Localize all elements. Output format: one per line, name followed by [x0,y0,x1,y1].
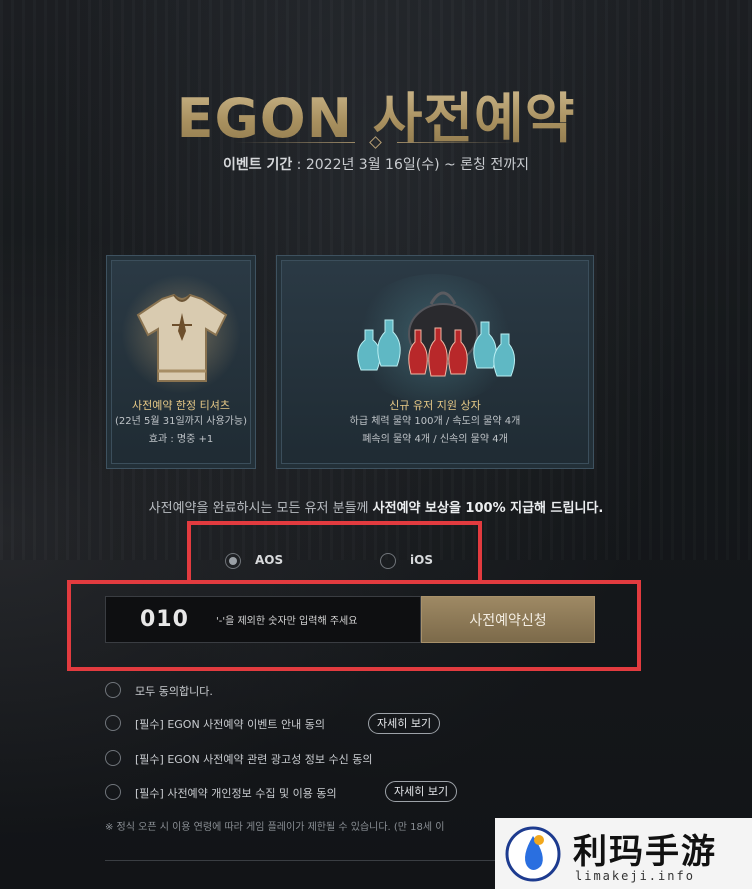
agree-all-checkbox[interactable] [105,682,121,698]
reward-note: (22년 5월 31일까지 사용가능) [115,416,247,427]
event-period-value: : 2022년 3월 16일(수) ~ 론칭 전까지 [292,157,530,173]
watermark-name: 利玛手游 [573,832,717,872]
reward-effect: 효과 : 명중 +1 [148,434,214,445]
event-detail-button[interactable]: 자세히 보기 [368,713,441,734]
reward-name: 신규 유저 지원 상자 [389,399,481,412]
agree-privacy-checkbox[interactable] [105,784,121,800]
highlight-box-phone [67,580,641,671]
agree-event-label: [필수] EGON 사전예약 이벤트 안내 동의 [135,718,325,731]
agree-ad-checkbox[interactable] [105,750,121,766]
event-period: 이벤트 기간 : 2022년 3월 16일(수) ~ 론칭 전까지 [0,154,752,174]
reward-card-support-box: 신규 유저 지원 상자 하급 체력 물약 100개 / 속도의 물약 4개 폐속… [276,255,594,469]
reward-name: 사전예약 한정 티셔츠 [131,399,231,412]
age-footnote: ※ 정식 오픈 시 이용 연령에 따라 게임 플레이가 제한될 수 있습니다. … [105,822,445,833]
watermark-url: limakeji.info [575,869,695,883]
watermark: 利玛手游 limakeji.info [495,818,752,889]
reward-line-1: 하급 체력 물약 100개 / 속도의 물약 4개 [349,416,521,427]
tshirt-icon [136,293,228,382]
reward-notice: 사전예약을 완료하시는 모든 유저 분들께 사전예약 보상을 100% 지급해 … [0,497,752,516]
reward-notice-highlight: 사전예약 보상을 100% 지급해 드립니다. [372,501,604,516]
watermark-logo-icon [505,826,561,882]
potion-bundle-icon [357,291,515,377]
agree-ad-label: [필수] EGON 사전예약 관련 광고성 정보 수신 동의 [135,753,373,766]
event-period-label: 이벤트 기간 [222,157,293,173]
reward-notice-text: 사전예약을 완료하시는 모든 유저 분들께 [148,501,373,516]
agree-privacy-label: [필수] 사전예약 개인정보 수집 및 이용 동의 [135,787,337,800]
privacy-detail-button[interactable]: 자세히 보기 [385,781,458,802]
agree-all-label: 모두 동의합니다. [135,685,213,698]
reward-card-tshirt: 사전예약 한정 티셔츠 (22년 5월 31일까지 사용가능) 효과 : 명중 … [106,255,256,469]
title-ornament [235,136,517,149]
highlight-box-platform [187,521,482,584]
reward-line-2: 폐속의 물약 4개 / 신속의 물약 4개 [362,434,508,445]
agree-event-checkbox[interactable] [105,715,121,731]
